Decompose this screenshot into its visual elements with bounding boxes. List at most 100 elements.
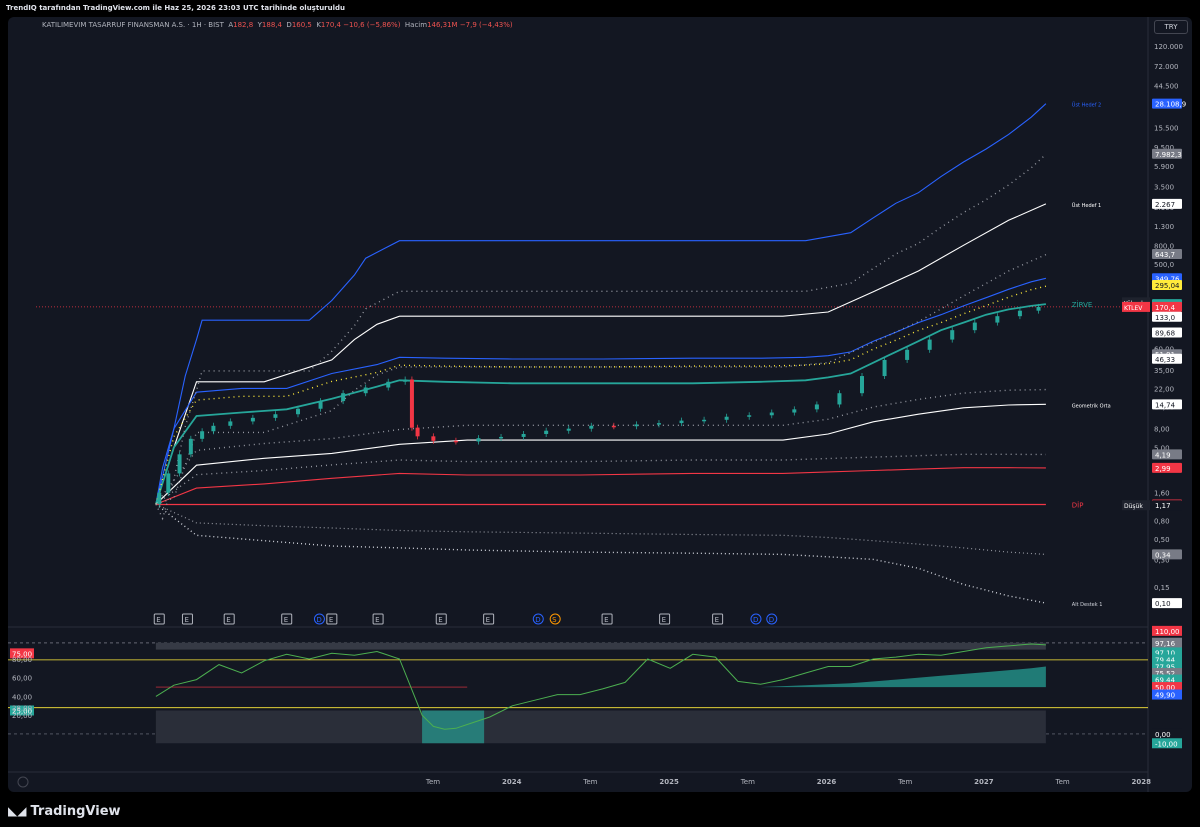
x-tick-label: 2024	[502, 778, 522, 786]
event-marker: E	[659, 613, 671, 625]
candle-body	[1036, 306, 1041, 311]
candle-body	[166, 473, 171, 493]
price-label: 14,74	[1152, 399, 1182, 410]
candle-body	[250, 417, 255, 422]
candle-body	[589, 425, 594, 429]
candle-body	[409, 379, 414, 428]
price-tag-text: Düşük	[1124, 503, 1143, 510]
osc-label: 97,16	[1152, 637, 1182, 648]
band-blueband	[155, 277, 1047, 505]
price-label: 643,7	[1152, 249, 1182, 260]
osc-label: 110,00	[1152, 625, 1182, 636]
price-label: 28.108,9	[1152, 98, 1186, 109]
price-label-value: 0,10	[1155, 600, 1171, 608]
price-label-value: 643,7	[1155, 251, 1175, 259]
event-marker: E	[223, 613, 235, 625]
price-label: 295,04	[1152, 280, 1182, 291]
price-label: 0,10	[1152, 598, 1182, 609]
tradingview-logo-icon: ◣◢	[8, 804, 27, 818]
level-label-ust2: Üst Hedef 2	[1072, 102, 1101, 109]
event-marker: E	[712, 613, 724, 625]
event-marker-letter: E	[486, 616, 490, 624]
candle-body	[566, 428, 571, 431]
osc-label-value: 49,90	[1155, 692, 1175, 700]
candle-body	[273, 414, 278, 418]
x-tick-label: Tem	[897, 778, 912, 786]
candle-body	[882, 359, 887, 377]
price-label-value: 2,99	[1155, 465, 1171, 473]
candle-body	[702, 419, 707, 422]
y-tick-label: 0,50	[1154, 536, 1170, 544]
price-label: 4,19	[1152, 449, 1182, 460]
price-label: 1,17 Düşük	[1122, 500, 1182, 511]
osc-left-tick: 40,00	[12, 693, 32, 701]
osc-label: -10,00	[1152, 738, 1182, 749]
price-label-value: 46,33	[1155, 356, 1175, 364]
candle-body	[188, 438, 193, 455]
price-tag-text: KTLEV	[1124, 305, 1143, 312]
event-marker: D	[532, 613, 544, 625]
timezone-button	[17, 776, 29, 788]
event-marker-letter: S	[552, 616, 557, 624]
dotted-lower-2	[155, 503, 1046, 555]
x-tick-label: 2028	[1132, 778, 1152, 786]
price-label-value: 14,74	[1155, 401, 1176, 409]
level-label-alt1: Alt Destek 1	[1072, 602, 1103, 608]
dotted-lower	[155, 453, 1046, 505]
price-label-value: 4,19	[1155, 451, 1171, 459]
y-tick-label: 0,80	[1154, 517, 1170, 525]
candle-body	[995, 316, 1000, 323]
candle-body	[403, 379, 408, 382]
logo-text: TradingView	[30, 803, 121, 819]
candle-body	[927, 339, 932, 350]
y-tick-label: 15.500	[1154, 124, 1179, 132]
tradingview-logo[interactable]: ◣◢ TradingView	[8, 800, 121, 822]
candle-body	[177, 454, 182, 474]
candle-body	[769, 412, 774, 416]
event-marker: E	[326, 613, 338, 625]
band-geo	[155, 403, 1046, 505]
x-tick-label: Tem	[740, 778, 755, 786]
osc-green-zone	[422, 710, 485, 744]
chart-panel[interactable]: KATILIMEVIM TASARRUF FINANSMAN A.S. · 1H…	[8, 17, 1192, 792]
price-label: 133,0	[1152, 311, 1182, 322]
dotted-upper-1	[155, 253, 1047, 505]
event-marker-letter: E	[329, 616, 333, 624]
candle-body	[386, 381, 391, 388]
level-label-ust1: Üst Hedef 1	[1072, 202, 1101, 209]
x-tick-label: 2025	[659, 778, 679, 786]
event-marker: D	[766, 613, 778, 625]
candle-body	[363, 387, 368, 394]
y-tick-label: 44.500	[1154, 82, 1179, 90]
candle-body	[747, 415, 752, 417]
candle-body	[814, 404, 819, 410]
candle-body	[950, 330, 955, 340]
y-tick-label: 3.500	[1154, 184, 1174, 192]
chart-screenshot: TrendIQ tarafından TradingView.com ile H…	[0, 0, 1200, 827]
price-label: 89,68	[1152, 327, 1182, 338]
dotted-upper-2	[155, 153, 1047, 521]
event-marker: E	[181, 613, 193, 625]
price-label-value: 0,34	[1155, 551, 1171, 559]
event-marker-letter: E	[604, 616, 608, 624]
osc-label-value: 110,00	[1155, 628, 1180, 636]
y-tick-label: 35,00	[1154, 367, 1174, 375]
y-tick-label: 72.000	[1154, 63, 1179, 71]
candle-body	[860, 376, 864, 394]
x-tick-label: Tem	[425, 778, 440, 786]
publish-caption: TrendIQ tarafından TradingView.com ile H…	[6, 4, 346, 12]
candle-body	[679, 420, 684, 424]
event-marker: E	[153, 613, 165, 625]
event-marker-letter: D	[535, 616, 540, 624]
event-marker-letter: E	[226, 616, 230, 624]
price-label-value: 133,0	[1155, 314, 1175, 322]
event-marker: E	[281, 613, 293, 625]
y-tick-label: 0,15	[1154, 584, 1170, 592]
event-marker-letter: D	[753, 616, 758, 624]
chart-canvas: 120.00072.00044.50027.50015.5009.5005.90…	[8, 17, 1186, 792]
candle-body	[228, 421, 233, 426]
event-marker: E	[435, 613, 447, 625]
event-marker-letter: E	[375, 616, 379, 624]
price-label: 2.267	[1152, 198, 1182, 209]
osc-label-value: -10,00	[1155, 740, 1178, 748]
